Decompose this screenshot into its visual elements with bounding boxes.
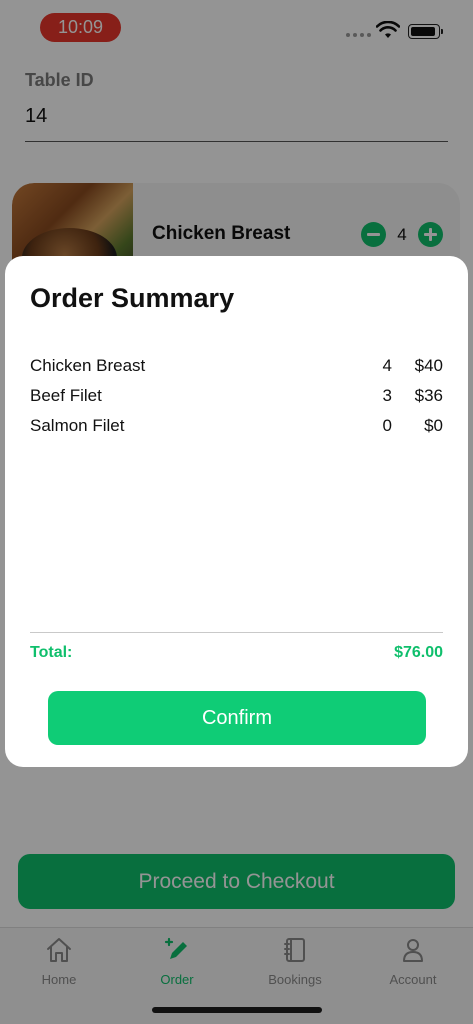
summary-item-name: Salmon Filet — [30, 416, 125, 435]
summary-item-price: $36 — [414, 386, 443, 405]
order-summary-list: Chicken Breast 4 $40 Beef Filet 3 $36 Sa… — [30, 356, 443, 446]
home-indicator — [152, 1007, 322, 1013]
summary-item-name: Chicken Breast — [30, 356, 146, 375]
summary-row: Chicken Breast 4 $40 — [30, 356, 443, 386]
summary-item-name: Beef Filet — [30, 386, 102, 405]
total-value: $76.00 — [394, 644, 443, 661]
summary-row: Beef Filet 3 $36 — [30, 386, 443, 416]
summary-item-qty: 3 — [382, 386, 392, 405]
order-summary-modal: Order Summary Chicken Breast 4 $40 Beef … — [5, 256, 468, 767]
total-label: Total: — [30, 644, 73, 661]
order-summary-title: Order Summary — [30, 283, 235, 313]
summary-row: Salmon Filet 0 $0 — [30, 416, 443, 446]
summary-item-qty: 4 — [382, 356, 392, 375]
summary-item-price: $40 — [414, 356, 443, 375]
summary-item-price: $0 — [424, 416, 443, 435]
summary-item-qty: 0 — [382, 416, 392, 435]
summary-divider — [30, 632, 443, 633]
confirm-button[interactable]: Confirm — [48, 691, 426, 745]
